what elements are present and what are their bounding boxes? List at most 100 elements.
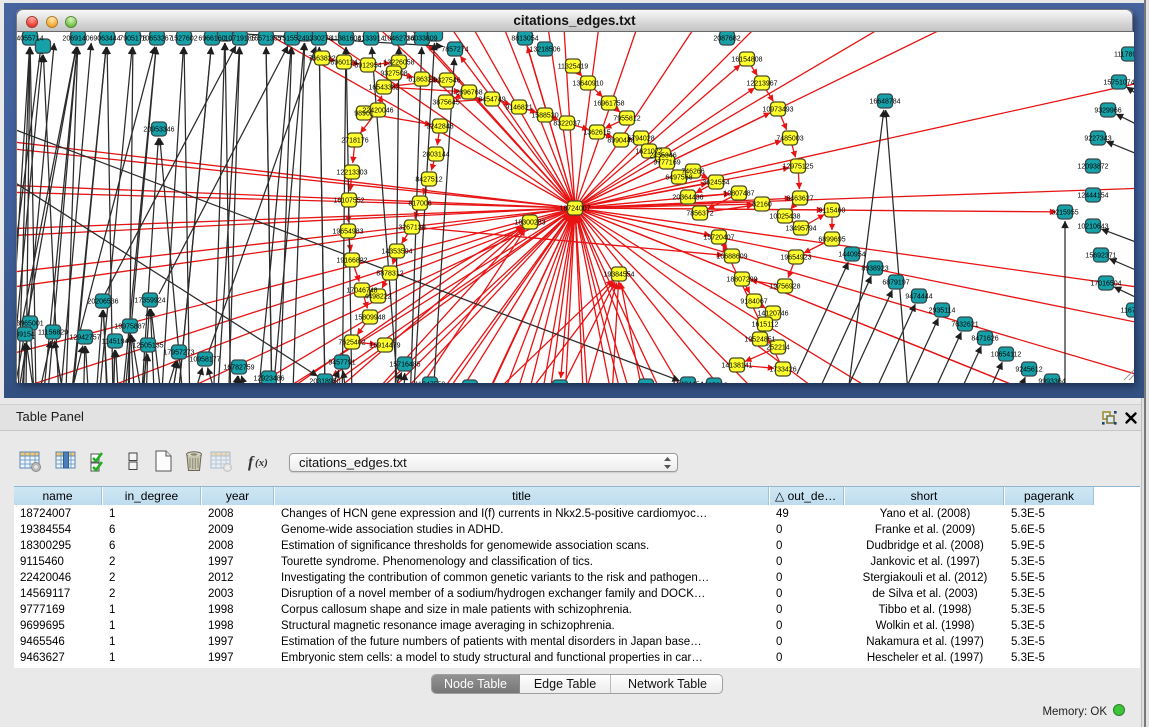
svg-text:12213303: 12213303 — [336, 170, 367, 177]
svg-text:12444154: 12444154 — [1077, 193, 1108, 200]
svg-text:12093872: 12093872 — [1077, 164, 1108, 171]
svg-text:11178901: 11178901 — [1114, 52, 1134, 59]
svg-text:16648784: 16648784 — [869, 99, 900, 106]
svg-text:16033809: 16033809 — [406, 36, 437, 43]
svg-text:252214: 252214 — [766, 345, 789, 352]
svg-text:10653267: 10653267 — [141, 36, 172, 43]
svg-text:62160: 62160 — [752, 202, 772, 209]
svg-text:8912954: 8912954 — [354, 63, 381, 70]
svg-text:9330278: 9330278 — [305, 36, 332, 43]
svg-text:19384554: 19384554 — [603, 272, 634, 279]
svg-text:13218506: 13218506 — [529, 47, 560, 54]
svg-text:20206536: 20206536 — [87, 299, 118, 306]
svg-text:18724007: 18724007 — [559, 206, 590, 213]
svg-text:13640910: 13640910 — [572, 81, 603, 88]
svg-text:9457791: 9457791 — [328, 360, 355, 367]
svg-text:9327546: 9327546 — [433, 78, 460, 85]
svg-text:7955812: 7955812 — [613, 116, 640, 123]
svg-text:12213967: 12213967 — [746, 81, 777, 88]
svg-text:9327508: 9327508 — [380, 71, 407, 78]
svg-text:15716485: 15716485 — [389, 362, 420, 369]
svg-text:39154: 39154 — [17, 332, 35, 339]
svg-text:8186323: 8186323 — [408, 77, 435, 84]
svg-text:1527602: 1527602 — [170, 36, 197, 43]
svg-text:3267130: 3267130 — [398, 225, 425, 232]
svg-text:9245612: 9245612 — [1015, 367, 1042, 374]
svg-text:16571355: 16571355 — [250, 36, 281, 43]
svg-text:9993364: 9993364 — [1038, 379, 1065, 384]
svg-text:19654983: 19654983 — [332, 229, 363, 236]
svg-text:12975125: 12975125 — [782, 164, 813, 171]
svg-text:6966160: 6966160 — [198, 36, 225, 43]
svg-text:10973493: 10973493 — [762, 107, 793, 114]
svg-text:1362615: 1362615 — [583, 130, 610, 137]
svg-text:7632621: 7632621 — [951, 322, 978, 329]
svg-text:20953346: 20953346 — [143, 127, 174, 134]
svg-text:7485003: 7485003 — [776, 136, 803, 143]
svg-text:3215955: 3215955 — [1051, 210, 1078, 217]
svg-text:2803144: 2803144 — [422, 152, 449, 159]
svg-text:3624554: 3624554 — [702, 180, 729, 187]
svg-text:1145194: 1145194 — [102, 339, 129, 346]
svg-text:14120746: 14120746 — [757, 311, 788, 318]
svg-text:8878312: 8878312 — [376, 271, 403, 278]
svg-text:19654923: 19654923 — [780, 255, 811, 262]
svg-text:4055714: 4055714 — [17, 36, 44, 43]
svg-text:7857274: 7857274 — [441, 47, 468, 54]
svg-text:8133914: 8133914 — [357, 36, 384, 43]
svg-text:9184067: 9184067 — [740, 299, 767, 306]
svg-text:12505135: 12505135 — [132, 343, 163, 350]
svg-text:16961758: 16961758 — [593, 101, 624, 108]
svg-text:1733426: 1733426 — [769, 367, 796, 374]
svg-text:20318950: 20318950 — [309, 379, 340, 384]
svg-text:f: f — [248, 454, 255, 471]
svg-text:1440954: 1440954 — [838, 252, 865, 259]
svg-text:2896768: 2896768 — [455, 90, 482, 97]
svg-text:6794028: 6794028 — [627, 136, 654, 143]
svg-text:2718176: 2718176 — [341, 138, 368, 145]
svg-text:20691406: 20691406 — [62, 36, 93, 43]
svg-text:9146821: 9146821 — [505, 105, 532, 112]
svg-text:746266: 746266 — [681, 169, 704, 176]
svg-text:13226058: 13226058 — [383, 60, 414, 67]
svg-text:12942757: 12942757 — [69, 335, 100, 342]
svg-text:14138141: 14138141 — [721, 363, 752, 370]
svg-text:14353594: 14353594 — [381, 249, 412, 256]
svg-text:10807487: 10807487 — [723, 191, 754, 198]
svg-text:2935114: 2935114 — [929, 308, 956, 315]
svg-text:13495794: 13495794 — [785, 226, 816, 233]
svg-text:2455346: 2455346 — [649, 153, 676, 160]
svg-text:11325419: 11325419 — [558, 64, 589, 71]
svg-text:10404454: 10404454 — [672, 382, 703, 384]
svg-text:17016504: 17016504 — [1090, 281, 1121, 288]
svg-text:9063444: 9063444 — [93, 36, 120, 43]
svg-text:6899695: 6899695 — [818, 237, 845, 244]
svg-text:10688609: 10688609 — [716, 254, 747, 261]
svg-text:9115460: 9115460 — [819, 208, 846, 215]
svg-text:8427512: 8427512 — [415, 177, 442, 184]
svg-text:19166822: 19166822 — [336, 258, 367, 265]
svg-text:9329966: 9329966 — [1094, 108, 1121, 115]
svg-text:9242848: 9242848 — [426, 124, 453, 131]
svg-text:6879197: 6879197 — [882, 280, 909, 287]
svg-text:10025438: 10025438 — [769, 214, 800, 221]
svg-text:16107552: 16107552 — [333, 198, 364, 205]
svg-text:1588520: 1588520 — [531, 113, 558, 120]
svg-text:7625402: 7625402 — [338, 340, 365, 347]
svg-text:12923486: 12923486 — [253, 376, 284, 383]
svg-text:9777169: 9777169 — [653, 160, 680, 167]
svg-text:15692371: 15692371 — [1085, 253, 1116, 260]
svg-text:16914479: 16914479 — [369, 343, 400, 350]
svg-text:19524851: 19524851 — [744, 337, 775, 344]
svg-text:19756928: 19756928 — [769, 284, 800, 291]
svg-text:11847559: 11847559 — [415, 382, 446, 384]
svg-text:22420046: 22420046 — [362, 108, 393, 115]
svg-text:8813054: 8813054 — [511, 36, 538, 43]
svg-text:8463627: 8463627 — [786, 196, 813, 203]
svg-text:15751074: 15751074 — [1103, 80, 1134, 87]
svg-text:7856372: 7856372 — [686, 211, 713, 218]
svg-text:8095218: 8095218 — [700, 383, 727, 384]
svg-text:16543382: 16543382 — [368, 85, 399, 92]
svg-text:1167534: 1167534 — [1121, 308, 1134, 315]
svg-text:8938923: 8938923 — [861, 266, 888, 273]
